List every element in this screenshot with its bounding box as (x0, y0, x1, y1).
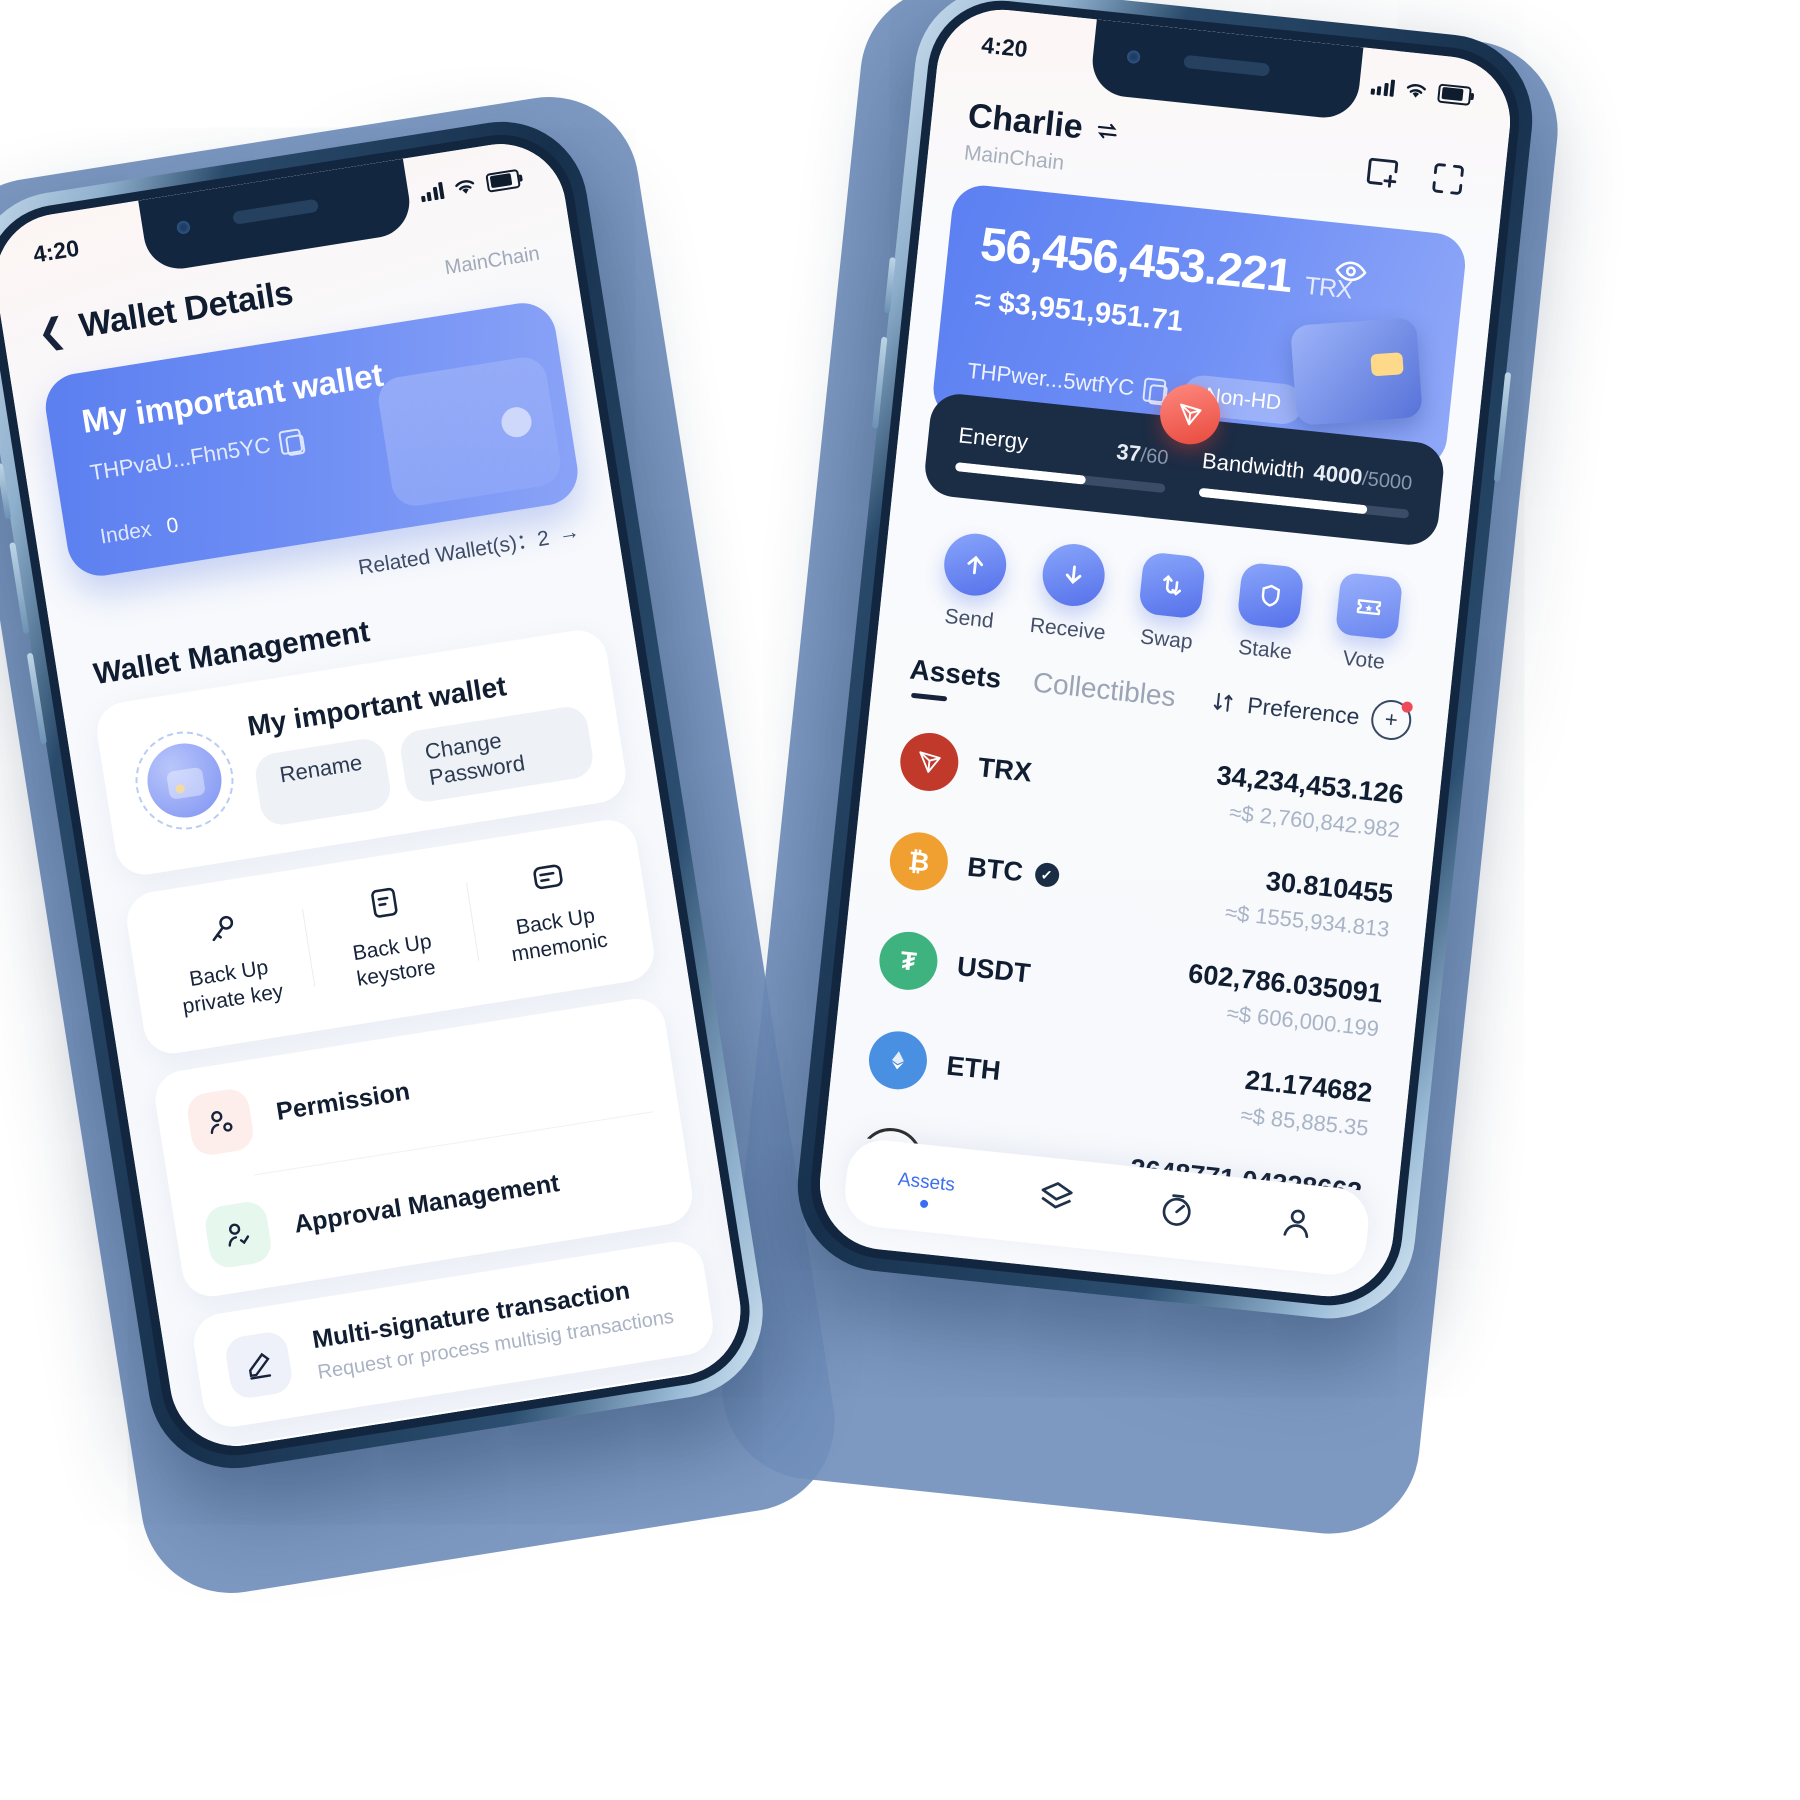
signal-icon (419, 181, 445, 202)
action-vote[interactable]: Vote (1313, 570, 1422, 678)
battery-icon (485, 168, 521, 193)
verified-badge-icon: ✓ (1033, 861, 1060, 889)
asset-symbol-usdt: USDT (955, 950, 1032, 989)
backup-mnemonic-button[interactable]: Back Up mnemonic (463, 843, 643, 974)
backup-keystore-button[interactable]: Back Up keystore (300, 869, 480, 1000)
tab-assets[interactable]: Assets (907, 654, 1003, 709)
action-stake[interactable]: Stake (1214, 560, 1323, 668)
backup-mnemonic-label: Back Up mnemonic (509, 904, 610, 967)
change-password-button[interactable]: Change Password (397, 704, 596, 805)
home-address: THPwer...5wtfYC (966, 357, 1136, 401)
action-swap[interactable]: Swap (1116, 549, 1225, 657)
layers-icon (1041, 1182, 1073, 1209)
tabbar-label-assets: Assets (897, 1168, 956, 1196)
add-token-icon[interactable]: + (1369, 698, 1414, 742)
mnemonic-list-icon (469, 844, 627, 909)
energy-total: 60 (1145, 445, 1170, 470)
copy-icon[interactable] (278, 428, 304, 456)
arrow-up-icon (940, 530, 1009, 599)
menu-label-approval-management: Approval Management (292, 1169, 562, 1239)
preference-label: Preference (1246, 691, 1361, 730)
wallet-card-art (375, 354, 564, 510)
tabbar-assets[interactable]: Assets (896, 1163, 957, 1211)
btc-coin-icon: ₿ (886, 829, 951, 894)
approval-user-check-icon (202, 1198, 274, 1270)
energy-used: 37 (1115, 438, 1143, 467)
shield-icon (1236, 561, 1305, 630)
scan-qr-icon[interactable] (1426, 157, 1470, 201)
action-send[interactable]: Send (918, 529, 1027, 637)
action-label-vote: Vote (1341, 646, 1386, 674)
asset-symbol-trx: TRX (976, 751, 1034, 788)
asset-fiat-eth: ≈$ 85,885.35 (1239, 1102, 1370, 1141)
sort-icon[interactable] (1210, 689, 1236, 715)
wallet-avatar[interactable] (128, 724, 241, 837)
switch-account-icon[interactable] (1093, 116, 1122, 145)
bandwidth-label: Bandwidth (1201, 447, 1306, 484)
tabbar-explore[interactable] (1156, 1189, 1198, 1236)
ticket-icon (1335, 572, 1404, 641)
active-dot (919, 1198, 929, 1208)
asset-symbol-eth: ETH (945, 1050, 1003, 1086)
bandwidth-total: 5000 (1366, 468, 1414, 495)
trx-coin-icon (897, 730, 962, 794)
action-receive[interactable]: Receive (1017, 539, 1126, 647)
usdt-coin-icon: ₮ (876, 928, 941, 993)
wallet-home-screen: 4:20 Charlie MainChain 56,456,453.221 TR… (813, 3, 1517, 1303)
chevron-right-icon: → (556, 519, 582, 546)
backup-private-key-button[interactable]: Back Up private key (137, 895, 317, 1026)
add-wallet-icon[interactable] (1360, 150, 1404, 194)
page-title: Wallet Details (76, 273, 296, 346)
action-label-receive: Receive (1028, 613, 1107, 645)
backup-private-key-label: Back Up private key (181, 955, 285, 1019)
permission-user-icon (184, 1086, 256, 1158)
asset-symbol-btc: BTC (966, 851, 1025, 887)
swap-icon (1138, 551, 1207, 620)
status-time: 4:20 (31, 234, 81, 268)
wallet-index-label: Index (98, 517, 153, 549)
energy-label: Energy (957, 422, 1030, 455)
arrow-down-icon (1039, 540, 1108, 610)
asset-amount-eth: 21.174682 (1243, 1064, 1374, 1108)
keystore-file-icon (306, 870, 464, 935)
explore-icon (1162, 1194, 1191, 1226)
signal-icon-right (1370, 77, 1396, 97)
key-icon (143, 896, 301, 961)
backup-keystore-label: Back Up keystore (351, 930, 438, 992)
wifi-icon (455, 179, 475, 194)
menu-label-permission: Permission (274, 1077, 412, 1127)
wallet-3d-icon (1290, 317, 1423, 426)
wifi-icon-right (1406, 83, 1427, 98)
chain-label: MainChain (443, 242, 542, 280)
wallet-index-value: 0 (164, 513, 181, 539)
profile-icon (1283, 1209, 1309, 1239)
wallet-address: THPvaU...Fhn5YC (88, 432, 273, 486)
action-label-send: Send (943, 604, 995, 633)
action-label-stake: Stake (1237, 635, 1293, 665)
status-time-right: 4:20 (980, 31, 1029, 62)
eth-coin-icon (866, 1028, 930, 1093)
rename-button[interactable]: Rename (252, 736, 394, 828)
asset-list[interactable]: TRX 34,234,453.126 ≈$ 2,760,842.982 ₿ BT… (825, 699, 1444, 1195)
account-name: Charlie (966, 96, 1085, 147)
tabbar-layers[interactable] (1035, 1177, 1077, 1224)
back-chevron-icon[interactable]: ❮ (35, 310, 69, 352)
resource-energy[interactable]: Energy 37/60 (954, 422, 1170, 494)
eye-icon[interactable] (1332, 253, 1369, 290)
tabbar-profile[interactable] (1276, 1202, 1318, 1249)
resource-bandwidth[interactable]: Bandwidth 4000/5000 (1198, 447, 1414, 519)
action-label-swap: Swap (1139, 625, 1194, 654)
pencil-icon (223, 1329, 295, 1401)
bandwidth-used: 4000 (1312, 459, 1364, 490)
battery-icon-right (1437, 83, 1472, 106)
